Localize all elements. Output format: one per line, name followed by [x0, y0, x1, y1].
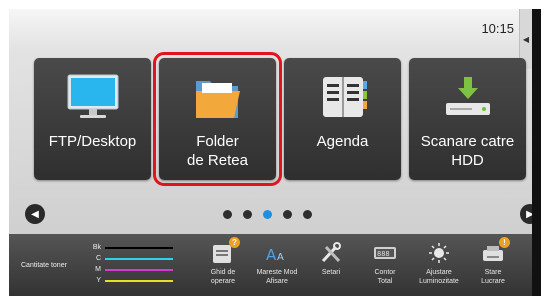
address-book-icon — [315, 70, 371, 126]
svg-text:A: A — [266, 246, 277, 264]
tile-label: Scanare catre HDD — [420, 133, 515, 169]
device-frame: ◀ 10:15 FTP/Desktop Folder de Retea Agen… — [9, 9, 541, 296]
page-dot[interactable] — [303, 210, 312, 219]
operation-guide-icon: ? — [210, 237, 240, 267]
home-screen: ◀ 10:15 FTP/Desktop Folder de Retea Agen… — [9, 9, 532, 296]
chevron-right-icon: ▶ — [526, 208, 532, 220]
status-clock: 10:15 — [481, 21, 514, 36]
toner-row-y: Y — [91, 275, 173, 286]
page-dot-active[interactable] — [263, 210, 272, 219]
prev-page-button[interactable]: ◀ — [25, 204, 45, 224]
tile-folder-retea[interactable]: Folder de Retea — [153, 52, 282, 186]
svg-text:A: A — [277, 252, 284, 263]
tile-label: Folder de Retea — [187, 133, 248, 169]
brightness-button[interactable]: Ajustare Luminozitate — [412, 239, 466, 286]
toner-row-bk: Bk — [91, 242, 173, 253]
settings-button[interactable]: Setari — [304, 239, 358, 277]
toner-row-m: M — [91, 264, 173, 275]
page-indicator — [223, 210, 312, 219]
hdd-download-icon — [440, 70, 496, 126]
enlarge-display-icon: AA — [264, 239, 290, 267]
alert-badge: ! — [499, 237, 510, 248]
operation-guide-button[interactable]: ? Ghid de operare — [196, 237, 250, 286]
svg-text:888: 888 — [377, 250, 390, 258]
toner-row-c: C — [91, 253, 173, 264]
tile-agenda[interactable]: Agenda — [284, 58, 401, 180]
settings-tools-icon — [318, 239, 344, 267]
monitor-icon — [65, 70, 121, 126]
tile-ftp-desktop[interactable]: FTP/Desktop — [34, 58, 151, 180]
tile-label: Agenda — [316, 133, 369, 150]
total-counter-icon: 888 — [372, 239, 398, 267]
tile-scanare-hdd[interactable]: Scanare catre HDD — [409, 58, 526, 180]
page-dot[interactable] — [243, 210, 252, 219]
job-status-button[interactable]: ! Stare Lucrare — [466, 237, 520, 286]
toner-level-widget[interactable]: Cantitate toner Bk C M Y — [21, 242, 175, 290]
page-dot[interactable] — [223, 210, 232, 219]
help-badge: ? — [229, 237, 240, 248]
next-page-button[interactable]: ▶ — [520, 204, 532, 224]
enlarge-display-button[interactable]: AA Mareste Mod Afisare — [250, 239, 304, 286]
page-dot[interactable] — [283, 210, 292, 219]
total-counter-button[interactable]: 888 Contor Total — [358, 239, 412, 286]
folder-icon — [190, 70, 246, 126]
job-status-icon: ! — [480, 237, 510, 267]
tile-label: FTP/Desktop — [48, 133, 137, 150]
toner-label: Cantitate toner — [21, 262, 67, 269]
brightness-icon — [426, 239, 452, 267]
chevron-left-icon: ◀ — [31, 208, 39, 220]
system-bar: Cantitate toner Bk C M Y ? Ghid de opera… — [9, 234, 532, 296]
chevron-left-icon: ◀ — [522, 34, 530, 44]
